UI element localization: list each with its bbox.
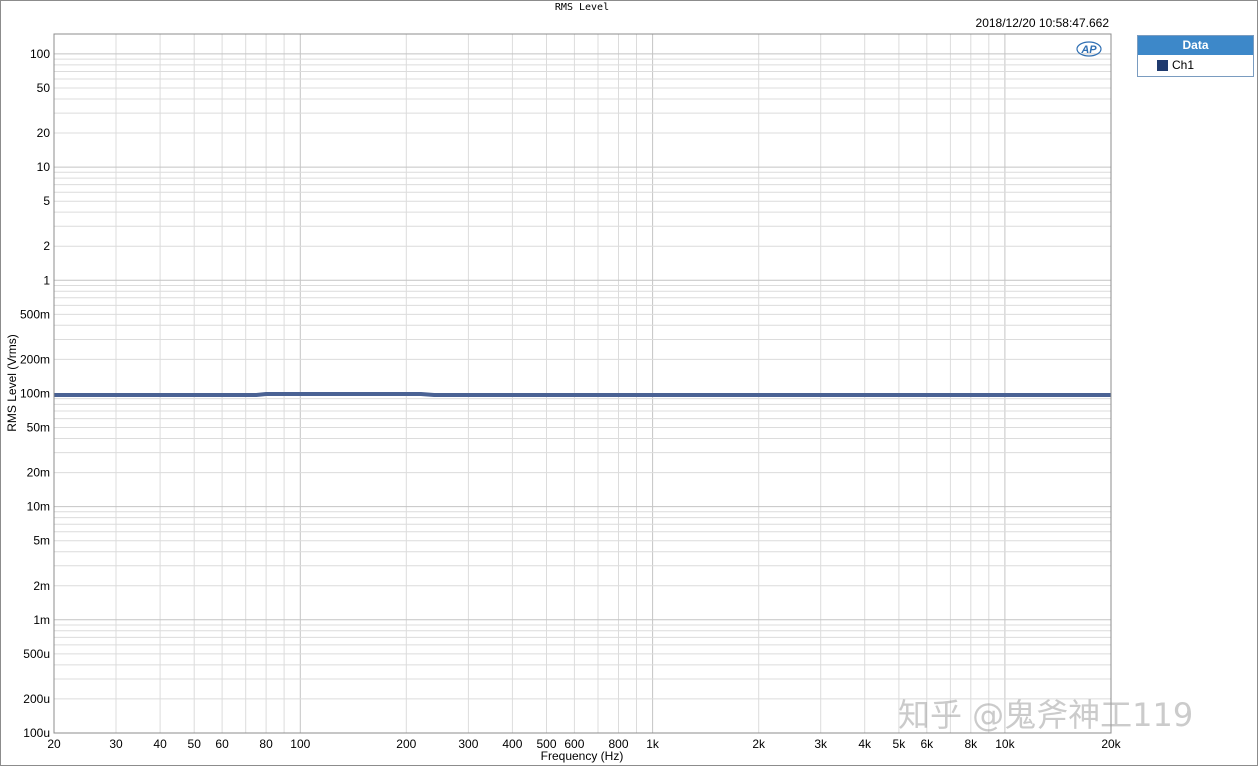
x-tick-label: 1k: [646, 737, 660, 751]
y-tick-label: 100: [30, 47, 50, 61]
y-tick-label: 5: [43, 194, 50, 208]
plot-border: [53, 33, 1112, 734]
chart-svg: 20 30 40 50 60 80 100 200 300 400 500 600 800 1k 2k 3k 4…: [5, 2, 1122, 763]
y-axis-label: RMS Level (Vrms): [5, 334, 19, 432]
x-tick-label: 400: [502, 737, 522, 751]
legend-entry-ch1[interactable]: Ch1: [1138, 55, 1253, 75]
y-tick-label: 2m: [33, 579, 50, 593]
series-layer: [54, 392, 1111, 397]
y-tick-label: 10m: [27, 500, 50, 514]
y-tick-label: 100m: [20, 387, 50, 401]
y-tick-label: 50m: [27, 421, 50, 435]
x-tick-label: 2k: [752, 737, 766, 751]
y-tick-label: 20m: [27, 466, 50, 480]
x-tick-label: 40: [153, 737, 167, 751]
legend-header: Data: [1138, 36, 1253, 55]
y-tick-label: 20: [37, 126, 51, 140]
x-tick-label: 30: [109, 737, 123, 751]
y-tick-label: 1m: [33, 613, 50, 627]
watermark-text: 知乎 @鬼斧神工119: [898, 696, 1194, 734]
x-tick-label: 4k: [858, 737, 872, 751]
series-line-ch1: [54, 392, 1111, 397]
x-tick-label: 5k: [893, 737, 907, 751]
x-tick-label: 100: [290, 737, 310, 751]
x-tick-label: 200: [396, 737, 416, 751]
y-tick-labels: 100 50 20 10 5 2 1 500m 200m 100m 50m 20m 10m 5m 2m 1m 5…: [20, 47, 50, 740]
x-tick-label: 3k: [814, 737, 828, 751]
y-tick-label: 50: [37, 81, 51, 95]
x-tick-label: 60: [215, 737, 229, 751]
ap-logo-text: AP: [1080, 44, 1097, 56]
chart-title: RMS Level: [555, 2, 609, 13]
y-tick-label: 2: [43, 239, 50, 253]
x-tick-label: 300: [458, 737, 478, 751]
y-tick-label: 100u: [23, 726, 50, 740]
y-tick-label: 200m: [20, 352, 50, 366]
y-tick-label: 500m: [20, 307, 50, 321]
x-tick-label: 10k: [995, 737, 1015, 751]
timestamp: 2018/12/20 10:58:47.662: [976, 16, 1110, 30]
x-tick-label: 8k: [964, 737, 978, 751]
legend: Data Ch1: [1137, 35, 1254, 77]
x-tick-label: 50: [188, 737, 202, 751]
y-tick-label: 5m: [33, 534, 50, 548]
ap-logo-icon: AP: [1076, 41, 1102, 57]
grid-layer: [53, 34, 1112, 734]
x-axis-label: Frequency (Hz): [541, 749, 624, 763]
y-tick-label: 1: [43, 273, 50, 287]
x-tick-label: 6k: [920, 737, 934, 751]
x-tick-label: 20k: [1101, 737, 1121, 751]
legend-swatch: [1157, 59, 1168, 71]
y-tick-label: 200u: [23, 692, 50, 706]
y-tick-label: 10: [37, 160, 51, 174]
y-tick-label: 500u: [23, 647, 50, 661]
legend-entry-label: Ch1: [1172, 58, 1195, 72]
x-tick-label: 80: [259, 737, 273, 751]
